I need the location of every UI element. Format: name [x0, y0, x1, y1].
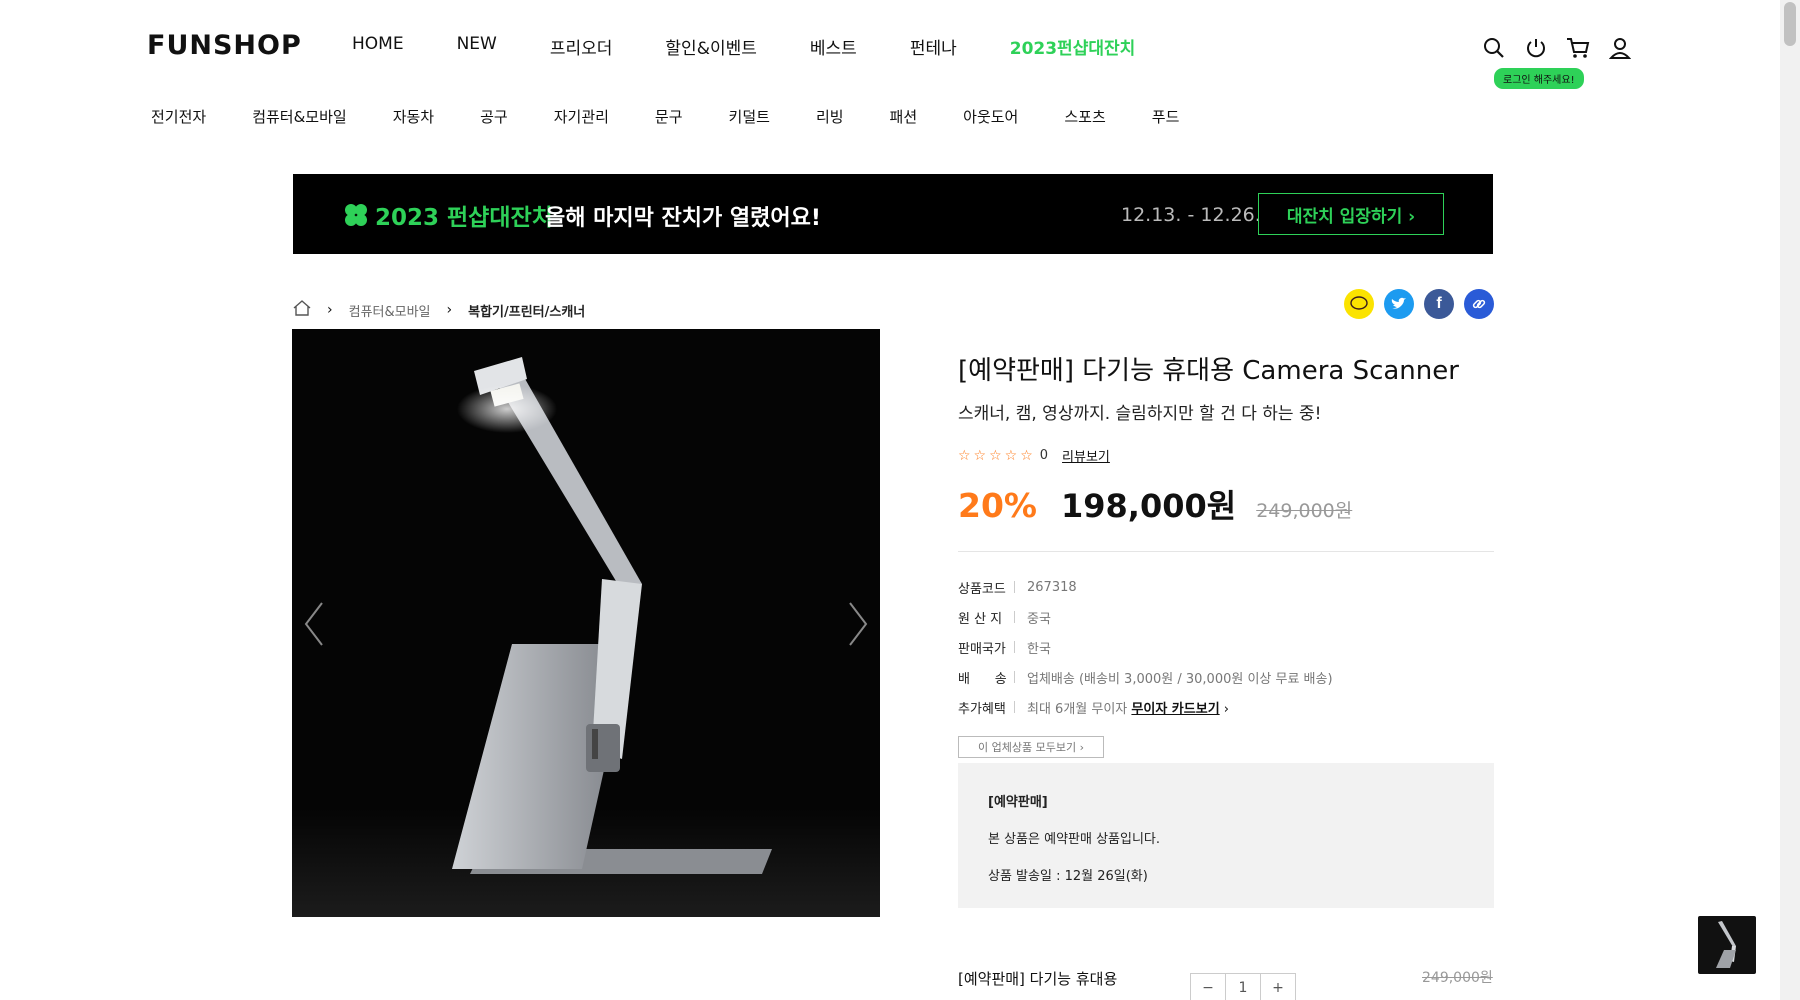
category-item[interactable]: 푸드: [1152, 106, 1180, 127]
product-subtitle: 스캐너, 캠, 영상까지. 슬림하지만 할 건 다 하는 중!: [958, 404, 1322, 424]
category-item[interactable]: 패션: [890, 106, 918, 127]
benefit-text: 최대 6개월 무이자: [1027, 701, 1128, 717]
category-item[interactable]: 스포츠: [1064, 106, 1105, 127]
nav-funtenna[interactable]: 펀테나: [910, 34, 957, 59]
spec-key: 판매국가: [958, 641, 1006, 657]
preorder-notice: [예약판매] 본 상품은 예약판매 상품입니다. 상품 발송일 : 12월 26…: [958, 763, 1494, 908]
category-item[interactable]: 컴퓨터&모바일: [252, 106, 347, 127]
spec-row: 상품코드 267318: [958, 572, 1494, 602]
spec-row: 원 산 지 중국: [958, 602, 1494, 632]
cart-icon[interactable]: [1564, 34, 1592, 62]
spec-key: 원 산 지: [958, 611, 1003, 627]
search-icon[interactable]: [1480, 34, 1508, 62]
product-info: [예약판매] 다기능 휴대용 Camera Scanner 스캐너, 캠, 영상…: [958, 350, 1494, 773]
nav-new[interactable]: NEW: [457, 34, 497, 59]
category-item[interactable]: 자기관리: [554, 106, 609, 127]
rating-stars: ☆☆☆☆☆: [958, 447, 1036, 464]
utility-icons: [1480, 34, 1648, 62]
prev-image-button[interactable]: [300, 599, 328, 649]
spec-row: 판매국가 한국: [958, 632, 1494, 662]
clover-icon: [345, 204, 367, 226]
twitter-icon[interactable]: [1384, 289, 1414, 319]
enter-festival-button[interactable]: 대잔치 입장하기 ›: [1258, 193, 1444, 235]
notice-title: [예약판매]: [988, 795, 1048, 810]
category-item[interactable]: 키덜트: [729, 106, 770, 127]
login-badge[interactable]: 로그인 해주세요!: [1494, 68, 1584, 89]
share-buttons: f: [1344, 289, 1504, 319]
spec-row: 배 송 업체배송 (배송비 3,000원 / 30,000원 이상 무료 배송): [958, 662, 1494, 692]
nav-2023-festival[interactable]: 2023펀샵대잔치: [1010, 34, 1136, 59]
banner-title: 2023 펀샵대잔치: [343, 198, 553, 232]
spec-value: 최대 6개월 무이자 무이자 카드보기 ›: [1027, 701, 1229, 717]
home-icon[interactable]: [293, 300, 311, 320]
recent-view-thumbnail[interactable]: [1698, 916, 1756, 974]
category-item[interactable]: 아웃도어: [963, 106, 1018, 127]
product-title: [예약판매] 다기능 휴대용 Camera Scanner: [958, 356, 1459, 386]
quantity-stepper[interactable]: − 1 +: [1190, 973, 1296, 1000]
quantity-value[interactable]: 1: [1226, 974, 1261, 1000]
category-nav: 전기전자 컴퓨터&모바일 자동차 공구 자기관리 문구 키덜트 리빙 패션 아웃…: [151, 106, 1225, 127]
nav-sale-event[interactable]: 할인&이벤트: [665, 34, 756, 59]
review-count: 0: [1039, 448, 1049, 463]
spec-value: 한국: [1027, 641, 1051, 657]
user-icon[interactable]: [1606, 34, 1634, 62]
camera-scanner-image: [292, 357, 880, 917]
discount-rate: 20%: [958, 486, 1037, 525]
spec-value: 267318: [1027, 579, 1077, 595]
spec-key: 추가혜택: [958, 701, 1006, 717]
notice-line: 본 상품은 예약판매 상품입니다.: [988, 832, 1161, 847]
power-icon[interactable]: [1522, 34, 1550, 62]
interest-free-card-link[interactable]: 무이자 카드보기: [1131, 702, 1219, 717]
logo[interactable]: FUNSHOP: [147, 30, 302, 61]
nav-best[interactable]: 베스트: [810, 34, 857, 59]
rating: ☆☆☆☆☆ 0 리뷰보기: [958, 446, 1494, 466]
quantity-minus-button[interactable]: −: [1191, 974, 1226, 1000]
breadcrumb: › 컴퓨터&모바일 › 복합기/프린터/스캐너: [293, 300, 585, 320]
all-vendor-products-button[interactable]: 이 업체상품 모두보기 ›: [958, 736, 1104, 758]
notice-line: 상품 발송일 : 12월 26일(화): [988, 869, 1148, 884]
category-item[interactable]: 자동차: [393, 106, 434, 127]
main-nav: HOME NEW 프리오더 할인&이벤트 베스트 펀테나 2023펀샵대잔치: [352, 34, 1188, 59]
category-item[interactable]: 문구: [655, 106, 683, 127]
spec-value: 업체배송 (배송비 3,000원 / 30,000원 이상 무료 배송): [1027, 671, 1333, 687]
spec-list: 상품코드 267318 원 산 지 중국 판매국가 한국 배 송 업체배송 (배…: [958, 572, 1494, 722]
banner-date: 12.13. - 12.26.: [1121, 204, 1261, 226]
review-link[interactable]: 리뷰보기: [1062, 446, 1110, 465]
facebook-icon[interactable]: f: [1424, 289, 1454, 319]
spec-key: 배 송: [958, 671, 1007, 687]
category-item[interactable]: 공구: [480, 106, 508, 127]
option-original-price: 249,000원: [1422, 970, 1493, 986]
original-price: 249,000원: [1256, 500, 1353, 522]
scrollbar-thumb[interactable]: [1784, 2, 1796, 46]
spec-value: 중국: [1027, 611, 1051, 627]
kakaotalk-icon[interactable]: [1344, 289, 1374, 319]
banner-year-title: 2023 펀샵대잔치: [375, 205, 553, 231]
spec-row: 추가혜택 최대 6개월 무이자 무이자 카드보기 ›: [958, 692, 1494, 722]
quantity-plus-button[interactable]: +: [1261, 974, 1295, 1000]
breadcrumb-current[interactable]: 복합기/프린터/스캐너: [468, 301, 585, 320]
link-icon[interactable]: [1464, 289, 1494, 319]
banner-text: 올해 마지막 잔치가 열렸어요!: [545, 206, 821, 231]
chevron-right-icon: ›: [327, 302, 333, 318]
nav-preorder[interactable]: 프리오더: [550, 34, 613, 59]
price-row: 20% 198,000원 249,000원: [958, 481, 1494, 552]
product-image[interactable]: [292, 329, 880, 917]
category-item[interactable]: 전기전자: [151, 106, 206, 127]
festival-banner[interactable]: 2023 펀샵대잔치 올해 마지막 잔치가 열렸어요! 12.13. - 12.…: [293, 174, 1493, 254]
category-item[interactable]: 리빙: [816, 106, 844, 127]
sale-price: 198,000원: [1061, 487, 1237, 525]
breadcrumb-item[interactable]: 컴퓨터&모바일: [349, 301, 431, 320]
chevron-right-icon: ›: [446, 302, 453, 318]
option-name: [예약판매] 다기능 휴대용: [958, 970, 1118, 988]
spec-key: 상품코드: [958, 581, 1006, 597]
next-image-button[interactable]: [844, 599, 872, 649]
page-scrollbar[interactable]: [1780, 0, 1800, 1000]
nav-home[interactable]: HOME: [352, 34, 404, 59]
